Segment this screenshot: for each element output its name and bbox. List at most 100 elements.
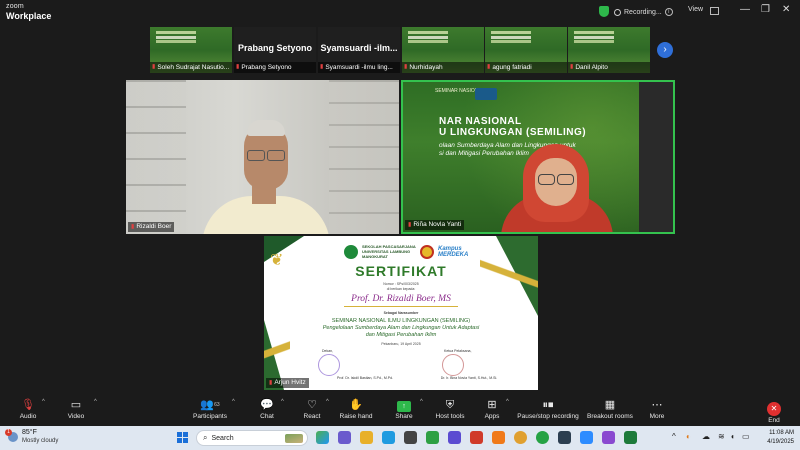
mic-muted-icon: ▮	[236, 64, 240, 70]
certificate-event: SEMINAR NASIONAL ILMU LINGKUNGAN (SEMILI…	[322, 318, 480, 338]
mic-muted-icon: ▮	[131, 224, 135, 230]
audio-options-caret-icon[interactable]: ^	[42, 399, 45, 405]
participant-name-tag: ▮ Arjun Hvitz	[266, 378, 309, 388]
video-tile-speaker[interactable]: ▮ Rizaldi Boer	[126, 80, 399, 234]
view-button[interactable]: View	[688, 6, 703, 13]
window-background	[126, 80, 186, 234]
whatsapp-icon[interactable]	[536, 431, 549, 444]
volume-icon[interactable]: ◖	[730, 432, 735, 441]
participant-thumb[interactable]: ▮ agung fatriadi	[485, 27, 567, 73]
participants-button[interactable]: 👥63 Participants	[180, 398, 240, 422]
gallery-grid-icon[interactable]	[710, 7, 719, 15]
taskbar-search[interactable]: ⌕ Search	[196, 430, 308, 446]
video-tile-certificate[interactable]: ❦ SEKOLAH PASCASARJANA UNIVERSITAS LAMBU…	[264, 236, 538, 390]
end-button[interactable]: ✕ End	[744, 398, 800, 426]
participant-name: Prabang Setyono	[241, 64, 292, 71]
security-shield-icon[interactable]	[599, 6, 609, 17]
participant-name: agung fatriadi	[492, 64, 532, 71]
stamp-icon	[318, 354, 340, 376]
next-page-arrow-icon[interactable]: ›	[657, 42, 673, 58]
participant-thumb[interactable]: Prabang Setyono ▮ Prabang Setyono	[234, 27, 316, 73]
share-screen-icon: ↑	[397, 401, 411, 412]
mic-muted-icon: ▮	[152, 64, 156, 70]
participant-name: Nurhidayah	[409, 64, 443, 71]
certificate-title: SERTIFIKAT	[355, 263, 447, 279]
weather-widget[interactable]: 1 85°F Mostly cloudy	[5, 429, 59, 445]
video-camera-icon: ▭	[70, 399, 82, 411]
store-icon[interactable]	[404, 431, 417, 444]
tray-app-icon[interactable]: ◐	[686, 432, 691, 441]
taskbar-clock[interactable]: 11:08 AM 4/19/2025	[752, 429, 794, 447]
meeting-toolbar: 🎙 Audio ^ ▭ Video ^ 👥63 Participants ^ 💬…	[0, 396, 800, 426]
close-button[interactable]: ✕	[782, 4, 790, 15]
signature-left-name: Prof. Dr. Iskdil Bastian, S.Pd., M.Pd.	[336, 376, 394, 380]
battery-icon[interactable]: ▭	[742, 432, 750, 441]
participant-name-tag: ▮ Riña Novla Yanti	[405, 220, 465, 230]
maximize-button[interactable]: ❐	[761, 4, 770, 15]
more-button[interactable]: ⋯ More	[627, 398, 687, 422]
video-options-caret-icon[interactable]: ^	[94, 399, 97, 405]
app-icon[interactable]	[492, 431, 505, 444]
notification-badge: 1	[5, 429, 12, 436]
certificate-recipient: Prof. Dr. Rizaldi Boer, MS	[351, 294, 451, 304]
certificate-given-to: di berikan kepada:	[386, 287, 416, 291]
file-explorer-icon[interactable]	[360, 431, 373, 444]
zoom-window: zoom Workplace Recording... i View — ❐ ✕…	[0, 0, 800, 450]
mcafee-icon[interactable]	[470, 431, 483, 444]
video-tile-active-speaker[interactable]: SEMINAR NASIONAL NAR NASIONAL U LINGKUNG…	[401, 80, 675, 234]
more-icon: ⋯	[651, 399, 663, 411]
weather-temp: 85°F	[22, 429, 37, 436]
app-icon[interactable]	[448, 431, 461, 444]
video-button[interactable]: ▭ Video	[46, 398, 106, 422]
excel-icon[interactable]	[624, 431, 637, 444]
stamp-icon	[442, 354, 464, 376]
participant-name: Soleh Sudrajat Nasutio...	[157, 64, 230, 71]
mic-muted-icon: ▮	[320, 64, 324, 70]
app-icon[interactable]	[426, 431, 439, 444]
apps-caret-icon[interactable]: ^	[506, 399, 509, 405]
participant-thumb[interactable]: ▮ Danil Alpito	[568, 27, 650, 73]
participants-icon: 👥63	[200, 399, 220, 411]
zoom-icon[interactable]	[580, 431, 593, 444]
participant-thumb[interactable]: ▮ Soleh Sudrajat Nasutio...	[150, 27, 232, 73]
recording-indicator[interactable]: Recording... i	[614, 6, 673, 18]
search-icon: ⌕	[203, 433, 208, 442]
certificate-date: Pekanbaru, 19 April 2025	[381, 342, 421, 346]
chrome-icon[interactable]	[514, 431, 527, 444]
pause-stop-icon: ⏸⏹	[542, 399, 554, 411]
participant-name: Danil Alpito	[575, 64, 608, 71]
recording-label: Recording...	[624, 8, 662, 16]
teams-icon[interactable]	[338, 431, 351, 444]
signature-left: Dekan,	[322, 349, 334, 353]
tray-overflow-icon[interactable]: ^	[672, 432, 676, 441]
minimize-button[interactable]: —	[740, 4, 750, 15]
window-background	[329, 80, 399, 234]
app-icon[interactable]	[602, 431, 615, 444]
record-icon	[614, 8, 621, 16]
windows-start-icon[interactable]	[177, 432, 188, 443]
emblem-icon	[420, 244, 434, 259]
copilot-icon[interactable]	[316, 431, 329, 444]
mic-muted-icon: ▮	[408, 222, 412, 228]
tray-onedrive-icon[interactable]: ☁	[702, 432, 710, 441]
participant-name-tag: ▮ Rizaldi Boer	[128, 222, 175, 232]
mic-muted-icon: ▮	[269, 380, 273, 386]
certificate-role: Sebagai Narasumber	[383, 311, 419, 315]
participant-thumb[interactable]: ▮ Nurhidayah	[402, 27, 484, 73]
weather-desc: Mostly cloudy	[22, 438, 59, 444]
search-placeholder: Search	[211, 434, 234, 442]
participants-caret-icon[interactable]: ^	[232, 399, 235, 405]
university-logo-icon	[344, 244, 358, 259]
pause-stop-recording-button[interactable]: ⏸⏹ Pause/stop recording	[512, 398, 584, 422]
weather-cloud-icon: 1	[5, 429, 18, 442]
search-highlight-icon	[285, 433, 303, 443]
end-call-icon: ✕	[767, 402, 781, 416]
edge-icon[interactable]	[382, 431, 395, 444]
wifi-icon[interactable]: ≋	[718, 432, 725, 441]
info-icon[interactable]: i	[664, 8, 673, 16]
logo-line1: zoom	[6, 3, 24, 10]
signature-right: Ketua Pelaksana,	[444, 349, 472, 353]
app-icon[interactable]	[558, 431, 571, 444]
participant-thumb[interactable]: Syamsuardi -ilm... ▮ Syamsuardi -ilmu lin…	[318, 27, 400, 73]
participant-display-name: Syamsuardi -ilm...	[320, 43, 398, 53]
